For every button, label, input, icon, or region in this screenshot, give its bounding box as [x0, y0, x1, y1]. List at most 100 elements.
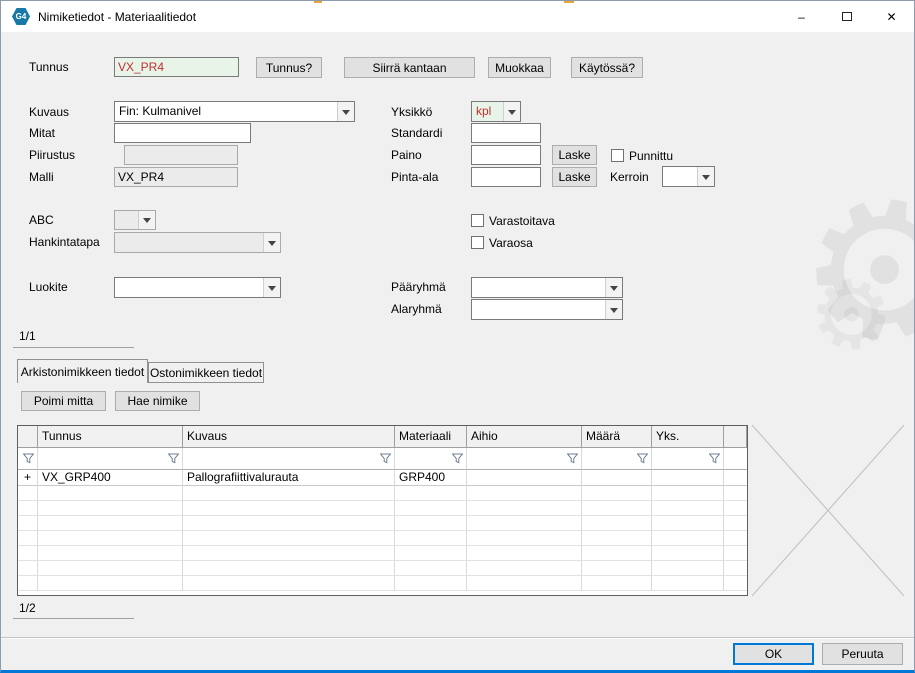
laske-paino-button[interactable]: Laske — [552, 145, 597, 165]
footer-divider-highlight — [1, 638, 914, 639]
paaryhma-label: Pääryhmä — [391, 280, 446, 294]
filter-funnel-icon — [637, 453, 648, 464]
checkbox-box — [611, 149, 624, 162]
yksikko-select[interactable]: kpl — [471, 101, 521, 122]
chevron-down-icon — [337, 102, 354, 121]
luokite-value — [115, 278, 263, 297]
cell-tunnus: VX_GRP400 — [38, 470, 183, 486]
abc-value — [115, 211, 138, 229]
kerroin-select[interactable] — [662, 166, 715, 187]
filter-funnel-icon — [380, 453, 391, 464]
tunnus-input[interactable] — [114, 57, 239, 77]
siirra-kantaan-button[interactable]: Siirrä kantaan — [344, 57, 475, 78]
chevron-down-icon — [503, 102, 520, 121]
varastoitava-checkbox[interactable]: Varastoitava — [471, 213, 555, 228]
kaytossa-question-button[interactable]: Käytössä? — [571, 57, 643, 78]
column-header-yks[interactable]: Yks. — [652, 426, 724, 448]
row-expand-button[interactable]: + — [18, 470, 38, 486]
column-header-filler — [724, 426, 747, 448]
poimi-mitta-button[interactable]: Poimi mitta — [21, 391, 106, 411]
yksikko-label: Yksikkö — [391, 105, 433, 119]
hankintatapa-select[interactable] — [114, 232, 281, 253]
checkbox-box — [471, 236, 484, 249]
filter-funnel-icon — [452, 453, 463, 464]
filter-cell-kuvaus[interactable] — [183, 448, 395, 470]
column-header-aihio[interactable]: Aihio — [467, 426, 582, 448]
luokite-label: Luokite — [29, 280, 68, 294]
checkbox-box — [471, 214, 484, 227]
pinta-ala-input[interactable] — [471, 167, 541, 187]
minimize-button[interactable]: – — [779, 1, 824, 32]
table-row[interactable]: + VX_GRP400 Pallografiittivalurauta GRP4… — [18, 470, 747, 486]
maximize-button[interactable] — [824, 1, 869, 32]
tab-ostonimikkeen-tiedot[interactable]: Ostonimikkeen tiedot — [148, 362, 264, 382]
close-button[interactable]: ✕ — [869, 1, 914, 32]
hankintatapa-label: Hankintatapa — [29, 235, 100, 249]
paaryhma-select[interactable] — [471, 277, 623, 298]
kuvaus-value: Fin: Kulmanivel — [119, 104, 202, 118]
punnittu-label: Punnittu — [629, 148, 674, 163]
paaryhma-value — [472, 278, 605, 297]
paino-input[interactable] — [471, 145, 541, 165]
varaosa-checkbox[interactable]: Varaosa — [471, 235, 533, 250]
punnittu-checkbox[interactable]: Punnittu — [611, 148, 673, 163]
column-header-tunnus[interactable]: Tunnus — [38, 426, 183, 448]
close-icon: ✕ — [886, 9, 897, 24]
column-header-maara[interactable]: Määrä — [582, 426, 652, 448]
grid-empty-row — [18, 546, 747, 561]
tab-arkistonimikkeen-tiedot[interactable]: Arkistonimikkeen tiedot — [17, 359, 148, 383]
grid-filter-row — [18, 448, 747, 470]
piirustus-input[interactable] — [124, 145, 238, 165]
ok-button[interactable]: OK — [733, 643, 814, 665]
grid-record-pager: 1/2 — [19, 601, 36, 615]
abc-select[interactable] — [114, 210, 156, 230]
app-icon: G4 — [12, 8, 30, 25]
filter-funnel-icon — [567, 453, 578, 464]
dialog-window: G4 Nimiketiedot - Materiaalitiedot – ✕ ⚙… — [0, 0, 915, 673]
cell-aihio — [467, 470, 582, 486]
piirustus-label: Piirustus — [29, 148, 76, 162]
kuvaus-select[interactable]: Fin: Kulmanivel — [114, 101, 355, 122]
chevron-down-icon — [697, 167, 714, 186]
laske-pinta-ala-button[interactable]: Laske — [552, 167, 597, 187]
title-bar: G4 Nimiketiedot - Materiaalitiedot – ✕ — [1, 1, 914, 32]
filter-cell-tunnus[interactable] — [38, 448, 183, 470]
kerroin-label: Kerroin — [610, 170, 649, 184]
column-header-expand[interactable] — [18, 426, 38, 448]
hankintatapa-value — [115, 233, 263, 252]
malli-input[interactable] — [114, 167, 238, 187]
maximize-icon — [841, 12, 852, 21]
cell-yks — [652, 470, 724, 486]
preview-placeholder — [752, 425, 904, 596]
filter-funnel-icon — [709, 453, 720, 464]
filter-cell-aihio[interactable] — [467, 448, 582, 470]
alaryhma-label: Alaryhmä — [391, 302, 442, 316]
filter-funnel-icon — [23, 453, 34, 464]
grid-empty-row — [18, 516, 747, 531]
standardi-input[interactable] — [471, 123, 541, 143]
alaryhma-select[interactable] — [471, 299, 623, 320]
cell-kuvaus: Pallografiittivalurauta — [183, 470, 395, 486]
column-header-materiaali[interactable]: Materiaali — [395, 426, 467, 448]
filter-cell-maara[interactable] — [582, 448, 652, 470]
cell-materiaali: GRP400 — [395, 470, 467, 486]
chevron-down-icon — [138, 211, 155, 229]
filter-cell-yks[interactable] — [652, 448, 724, 470]
chevron-down-icon — [263, 233, 280, 252]
varaosa-label: Varaosa — [489, 235, 533, 250]
tab-label: Arkistonimikkeen tiedot — [20, 364, 145, 379]
luokite-select[interactable] — [114, 277, 281, 298]
column-header-kuvaus[interactable]: Kuvaus — [183, 426, 395, 448]
filter-cell-materiaali[interactable] — [395, 448, 467, 470]
hae-nimike-button[interactable]: Hae nimike — [115, 391, 200, 411]
muokkaa-button[interactable]: Muokkaa — [488, 57, 551, 78]
tunnus-question-button[interactable]: Tunnus? — [256, 57, 322, 78]
filter-funnel-icon — [168, 453, 179, 464]
cancel-button[interactable]: Peruuta — [822, 643, 903, 665]
chevron-down-icon — [263, 278, 280, 297]
tab-label: Ostonimikkeen tiedot — [149, 365, 263, 380]
gear-icon: ⚙ — [801, 257, 901, 361]
mitat-input[interactable] — [114, 123, 251, 143]
filter-cell-expand[interactable] — [18, 448, 38, 470]
varastoitava-label: Varastoitava — [489, 213, 555, 228]
